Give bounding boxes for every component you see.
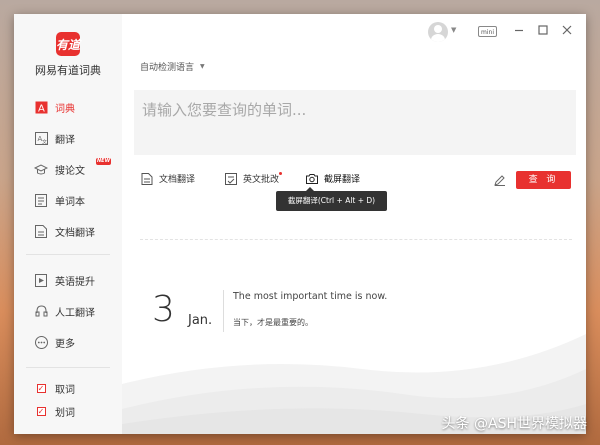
sidebar-item-label: 人工翻译 — [55, 308, 95, 319]
document-icon — [34, 224, 48, 238]
language-select-value: 自动检测语言 — [140, 63, 195, 73]
dictionary-icon: A — [34, 100, 48, 114]
sidebar: 有道 网易有道词典 A 词典 A文 翻译 搜论文 NEW 单词本 文档翻译 英语… — [14, 14, 123, 434]
doc-translate-label: 文档翻译 — [159, 175, 196, 185]
app-name: 网易有道词典 — [35, 64, 101, 77]
more-icon — [34, 335, 48, 349]
svg-text:文: 文 — [42, 138, 47, 145]
sidebar-item-english-boost[interactable]: 英语提升 — [14, 267, 122, 293]
headset-icon — [34, 304, 48, 318]
sidebar-item-doc-translate[interactable]: 文档翻译 — [14, 218, 122, 244]
mini-mode-button[interactable]: mini — [478, 26, 497, 37]
camera-icon — [306, 173, 318, 184]
maximize-icon — [538, 25, 548, 35]
watermark: 头条 @ASH世界模拟器 — [441, 416, 587, 432]
separator — [140, 239, 572, 240]
language-select[interactable]: 自动检测语言 ▼ — [140, 60, 205, 73]
screenshot-translate-label: 截屏翻译 — [324, 175, 361, 185]
document-icon — [141, 172, 153, 185]
maximize-button[interactable] — [535, 22, 551, 38]
search-input[interactable] — [140, 100, 564, 120]
query-button[interactable]: 查 询 — [516, 171, 571, 189]
checkbox[interactable]: ✓ — [34, 404, 48, 418]
sidebar-item-translate[interactable]: A文 翻译 — [14, 125, 122, 151]
new-badge: NEW — [96, 158, 112, 165]
sidebar-divider — [26, 254, 110, 255]
close-icon — [562, 25, 572, 35]
close-button[interactable] — [559, 22, 575, 38]
english-grading-label: 英文批改 — [243, 175, 280, 185]
daily-quote-chinese: 当下，才是最重要的。 — [233, 318, 313, 327]
screenshot-translate-button[interactable]: 截屏翻译 — [306, 172, 360, 185]
checkbox-label: 划词 — [55, 408, 75, 419]
notification-dot — [279, 172, 282, 175]
sidebar-item-label: 词典 — [55, 104, 75, 115]
sidebar-item-dictionary[interactable]: A 词典 — [14, 94, 122, 120]
translate-icon: A文 — [34, 131, 48, 145]
checkbox-label: 取词 — [55, 385, 75, 396]
sidebar-item-wordbook[interactable]: 单词本 — [14, 187, 122, 213]
svg-text:A: A — [38, 103, 45, 114]
caret-down-icon: ▼ — [200, 63, 205, 70]
sidebar-item-label: 搜论文 — [55, 166, 85, 177]
app-window: 有道 网易有道词典 A 词典 A文 翻译 搜论文 NEW 单词本 文档翻译 英语… — [14, 14, 586, 434]
minimize-button[interactable] — [511, 22, 527, 38]
sidebar-item-human-translate[interactable]: 人工翻译 — [14, 298, 122, 324]
sidebar-divider — [26, 367, 110, 368]
english-grading-button[interactable]: 英文批改 — [225, 172, 279, 185]
check-icon: ✓ — [36, 383, 46, 393]
checkbox[interactable]: ✓ — [34, 381, 48, 395]
sidebar-item-label: 文档翻译 — [55, 228, 95, 239]
select-word-toggle[interactable]: ✓ 划词 — [14, 398, 122, 424]
search-box[interactable] — [134, 90, 576, 155]
screenshot-tooltip: 截屏翻译(Ctrl + Alt + D) — [276, 187, 387, 211]
doc-translate-button[interactable]: 文档翻译 — [141, 172, 195, 185]
app-logo: 有道 — [56, 32, 80, 56]
pen-icon[interactable] — [494, 174, 506, 186]
minimize-icon — [515, 29, 523, 32]
daily-day: 3 — [152, 289, 175, 330]
play-icon — [34, 273, 48, 287]
daily-divider — [223, 290, 224, 332]
user-avatar[interactable] — [428, 22, 448, 42]
sidebar-item-label: 单词本 — [55, 197, 85, 208]
grading-icon — [225, 172, 237, 185]
daily-quote-english: The most important time is now. — [233, 291, 388, 302]
sidebar-item-paper-search[interactable]: 搜论文 NEW — [14, 156, 122, 182]
sidebar-item-label: 更多 — [55, 339, 75, 350]
sidebar-item-label: 英语提升 — [55, 277, 95, 288]
daily-month: Jan. — [188, 313, 213, 328]
logo-text: 有道 — [56, 37, 81, 52]
sidebar-item-more[interactable]: 更多 — [14, 329, 122, 355]
main-panel: ▼ mini 自动检测语言 ▼ 文档翻译 英文批改 截屏翻 — [122, 14, 586, 434]
chevron-down-icon[interactable]: ▼ — [451, 26, 456, 34]
wordbook-icon — [34, 193, 48, 207]
sidebar-item-label: 翻译 — [55, 135, 75, 146]
graduation-cap-icon — [34, 162, 48, 176]
check-icon: ✓ — [36, 406, 46, 416]
